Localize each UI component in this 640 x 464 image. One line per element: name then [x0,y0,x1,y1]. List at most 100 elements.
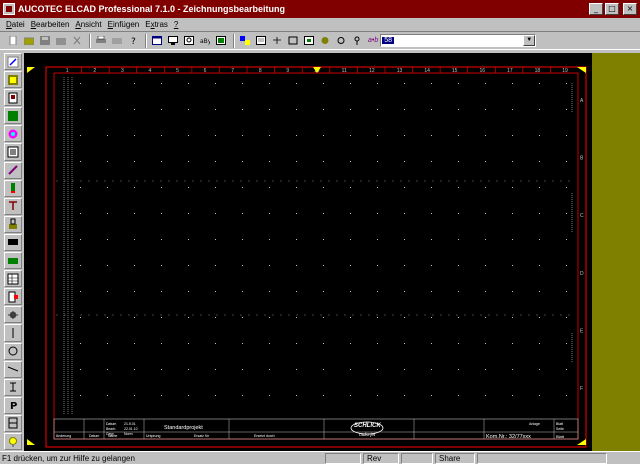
tool-board[interactable] [4,107,22,125]
navigate-button[interactable] [302,34,316,48]
window-icon [152,36,162,45]
tool-frame[interactable] [4,414,22,432]
grid-dot [512,239,513,240]
tool-marker[interactable] [4,179,22,197]
maximize-button[interactable]: □ [605,3,619,15]
text-format-button[interactable]: aBy [198,34,212,48]
editor-label: Bearb. [106,427,116,431]
document-icon [8,92,18,104]
tool-document[interactable] [4,89,22,107]
grid-dot [215,109,216,110]
grid-dot [404,161,405,162]
grid-dot [350,187,351,188]
grid-dot [296,135,297,136]
sheet-outer-frame [45,66,587,448]
grid-dot [323,83,324,84]
zoom-button[interactable] [182,34,196,48]
cut-button[interactable] [70,34,84,48]
terminal-button[interactable] [334,34,348,48]
grid-dot [404,187,405,188]
tool-component[interactable] [4,288,22,306]
folder-button[interactable] [54,34,68,48]
grid-dots [80,83,567,396]
menu-ansicht[interactable]: Ansicht [75,20,101,29]
menu-extras[interactable]: Extras [145,20,168,29]
help-button[interactable]: ? [126,34,140,48]
grid-dot [404,135,405,136]
tool-p[interactable]: P [4,396,22,414]
print-preview-button[interactable] [110,34,124,48]
menu-help[interactable]: ? [174,20,178,29]
key-button[interactable] [350,34,364,48]
grid-dot [242,343,243,344]
grid-dot [512,83,513,84]
tool-table[interactable] [4,270,22,288]
symbol-button[interactable] [270,34,284,48]
grid-dot [107,317,108,318]
component-button[interactable] [318,34,332,48]
grid-dot [161,265,162,266]
tool-fill[interactable] [4,252,22,270]
menu-einfuegen[interactable]: Einfügen [108,20,140,29]
grid-button[interactable] [214,34,228,48]
grid-dot [512,109,513,110]
drawing-canvas[interactable]: 12345678910111213141516171819 ABCDEF [24,53,592,451]
new-file-button[interactable] [6,34,20,48]
monitor-button[interactable] [166,34,180,48]
tool-rectangle[interactable] [4,233,22,252]
grid-dot [296,187,297,188]
grid-dot [323,395,324,396]
ruler-column-label: 18 [535,68,541,74]
window-button[interactable] [150,34,164,48]
grid-dot [431,239,432,240]
grid-dot [188,83,189,84]
grid-dot [404,317,405,318]
grid-dot [269,265,270,266]
rev-date-label: Datum [89,434,99,438]
tool-color[interactable] [4,125,22,143]
tool-motor[interactable] [4,342,22,360]
tool-brush[interactable] [4,161,22,179]
grid-dot [458,109,459,110]
sheet-small-label: Blatt [556,422,563,426]
tool-stamp[interactable] [4,215,22,233]
list-button[interactable] [254,34,268,48]
tool-text-t[interactable] [4,197,22,215]
connect-button[interactable] [286,34,300,48]
drawing-number-text: Kom.Nr.: 32/77xxx [486,434,531,440]
print-preview-icon [112,38,122,44]
text-style-combobox[interactable]: 58 ▼ [380,34,537,47]
tool-pen[interactable] [4,53,22,71]
drawing-sheet[interactable]: 12345678910111213141516171819 ABCDEF [24,53,592,451]
minimize-button[interactable]: _ [589,3,603,15]
list-icon [256,36,266,45]
grid-dot [512,395,513,396]
ruler-column-label: 9 [286,68,289,74]
vertical-notes [63,77,73,415]
menu-datei[interactable]: Datei [6,20,25,29]
tool-connector[interactable] [4,306,22,324]
chevron-down-icon[interactable]: ▼ [523,35,536,46]
grid-dot [107,395,108,396]
tool-label[interactable] [4,378,22,396]
save-icon [40,36,50,45]
plot-button[interactable] [238,34,252,48]
text-format-icon: aBy [200,38,210,45]
tool-image[interactable] [4,71,22,89]
grid-dot [242,135,243,136]
grid-dot [215,265,216,266]
save-button[interactable] [38,34,52,48]
tool-line[interactable] [4,324,22,342]
print-button[interactable] [94,34,108,48]
grid-dot [134,213,135,214]
app-icon[interactable] [3,3,15,15]
close-button[interactable]: × [623,3,637,15]
menu-bearbeiten[interactable]: Bearbeiten [31,20,70,29]
tool-wire[interactable] [4,360,22,378]
grid-dot [431,135,432,136]
toolbar-separator [145,33,147,48]
tool-shape[interactable] [4,143,22,161]
tool-bulb[interactable] [4,432,22,451]
open-button[interactable] [22,34,36,48]
grid-dot [134,291,135,292]
